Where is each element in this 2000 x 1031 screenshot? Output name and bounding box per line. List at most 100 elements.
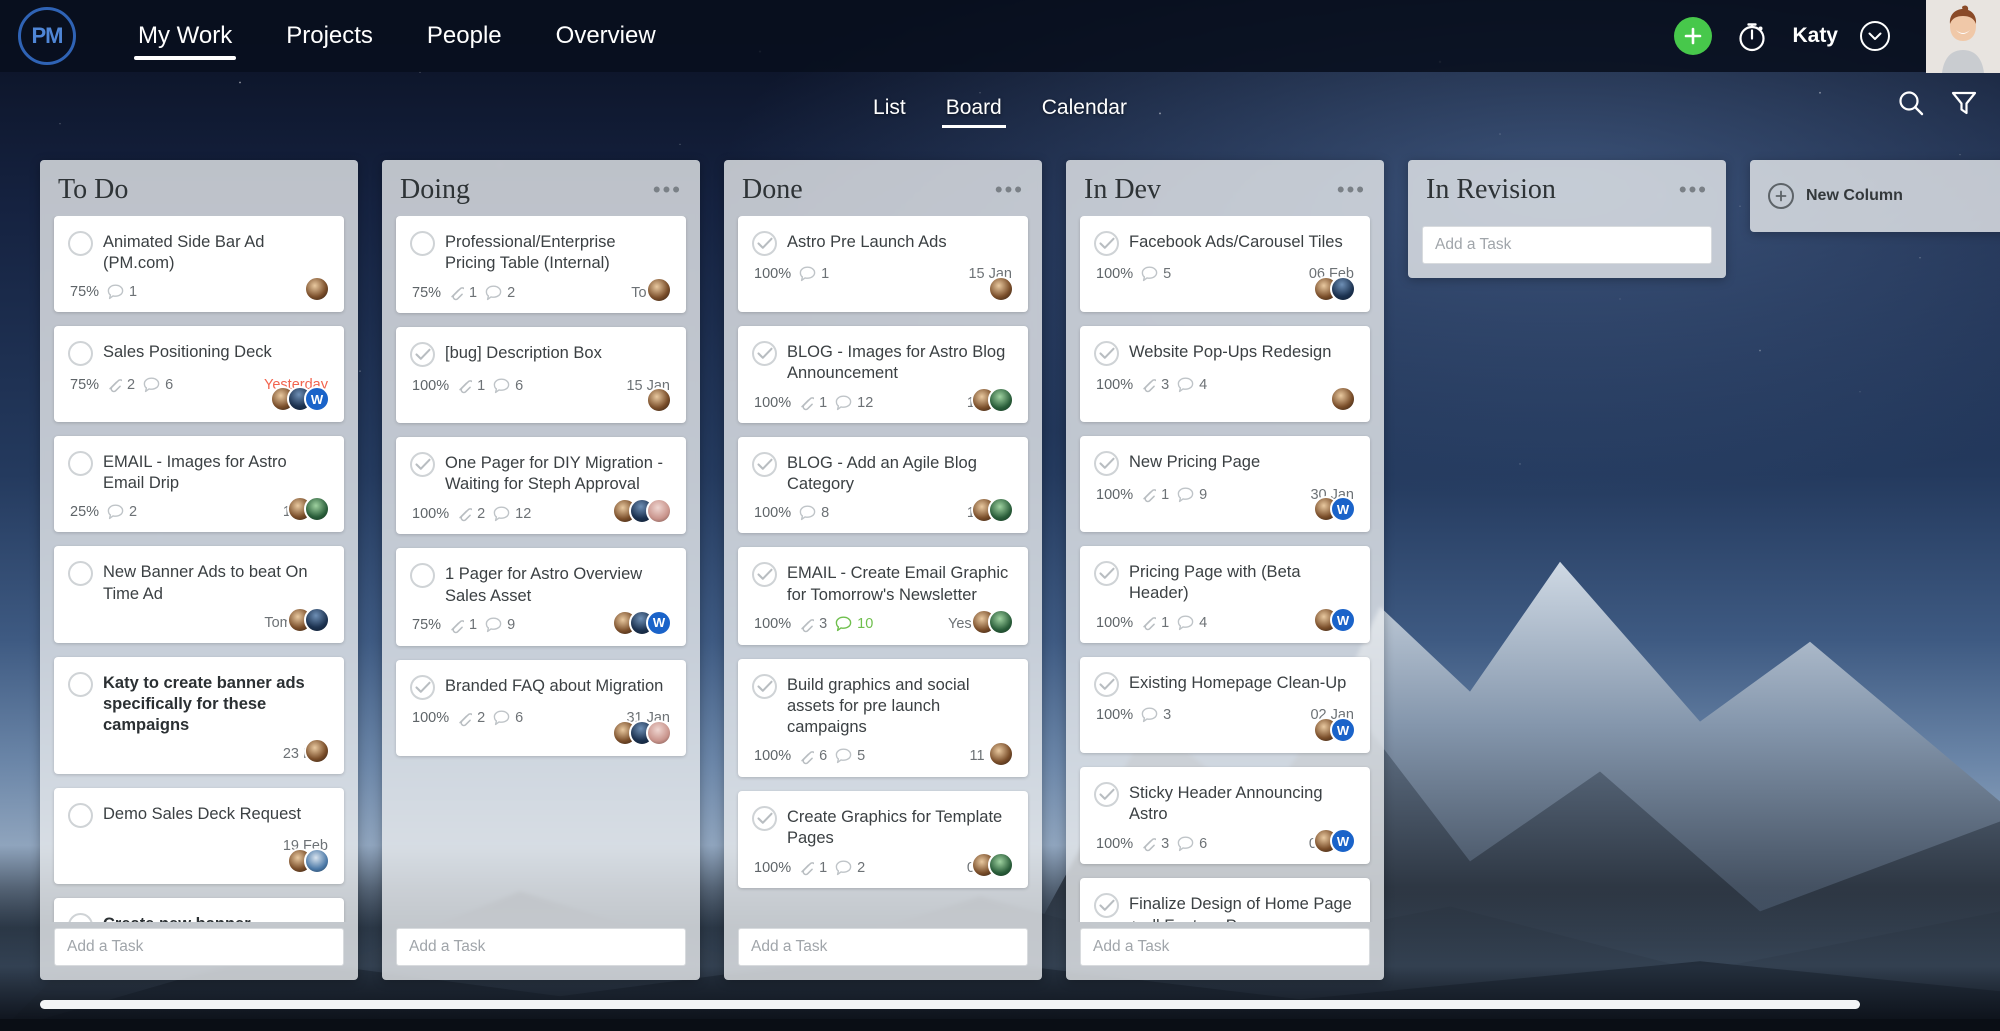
task-card[interactable]: Create new banner (remarketing size) ads… bbox=[54, 897, 344, 922]
avatar[interactable] bbox=[1330, 496, 1356, 522]
assignee-avatars[interactable] bbox=[646, 387, 672, 414]
assignee-avatars[interactable] bbox=[971, 497, 1014, 524]
tab-board[interactable]: Board bbox=[941, 96, 1006, 134]
assignee-avatars[interactable] bbox=[270, 386, 330, 413]
avatar[interactable] bbox=[1330, 717, 1356, 744]
assignee-avatars[interactable] bbox=[1313, 607, 1356, 634]
avatar[interactable] bbox=[1330, 828, 1356, 855]
task-card[interactable]: New Banner Ads to beat On Time AdTomorro… bbox=[54, 546, 344, 643]
task-card[interactable]: Build graphics and social assets for pre… bbox=[738, 658, 1028, 777]
task-card[interactable]: Astro Pre Launch Ads 100% 1 15 Jan bbox=[738, 216, 1028, 312]
task-card[interactable]: One Pager for DIY Migration - Waiting fo… bbox=[396, 437, 686, 535]
avatar[interactable] bbox=[1926, 0, 2000, 73]
nav-item-my-work[interactable]: My Work bbox=[134, 22, 237, 72]
tab-list[interactable]: List bbox=[873, 96, 906, 134]
search-icon[interactable] bbox=[1896, 88, 1926, 118]
avatar[interactable] bbox=[646, 719, 672, 746]
assignee-avatars[interactable] bbox=[1313, 496, 1356, 522]
add-task-input[interactable]: Add a Task bbox=[738, 928, 1028, 966]
task-checkbox[interactable] bbox=[68, 231, 93, 256]
task-checkbox[interactable] bbox=[410, 231, 435, 256]
task-checkbox[interactable] bbox=[1094, 561, 1119, 586]
task-checkbox[interactable] bbox=[68, 341, 93, 367]
assignee-avatars[interactable] bbox=[988, 740, 1014, 767]
task-checkbox[interactable] bbox=[1094, 782, 1119, 808]
add-task-input[interactable]: Add a Task bbox=[54, 928, 344, 966]
task-card[interactable]: New Pricing Page 100% 1 9 30 Jan bbox=[1080, 436, 1370, 532]
task-checkbox[interactable] bbox=[752, 341, 777, 366]
task-card[interactable]: Finalize Design of Home Page + all Featu… bbox=[1080, 878, 1370, 922]
assignee-avatars[interactable] bbox=[304, 737, 330, 764]
column-menu-button[interactable]: ••• bbox=[995, 179, 1024, 201]
task-checkbox[interactable] bbox=[68, 561, 93, 587]
avatar[interactable] bbox=[646, 498, 672, 525]
task-card[interactable]: Professional/Enterprise Pricing Table (I… bbox=[396, 216, 686, 314]
horizontal-scrollbar[interactable] bbox=[40, 1000, 1860, 1009]
add-task-input[interactable]: Add a Task bbox=[1080, 928, 1370, 966]
avatar[interactable] bbox=[304, 276, 330, 303]
task-checkbox[interactable] bbox=[68, 802, 93, 828]
task-checkbox[interactable] bbox=[410, 452, 435, 478]
assignee-avatars[interactable] bbox=[971, 387, 1014, 414]
assignee-avatars[interactable] bbox=[287, 606, 330, 633]
assignee-avatars[interactable] bbox=[971, 852, 1014, 879]
task-checkbox[interactable] bbox=[410, 674, 435, 700]
avatar[interactable] bbox=[304, 737, 330, 764]
assignee-avatars[interactable] bbox=[1313, 276, 1356, 302]
filter-icon[interactable] bbox=[1950, 88, 1978, 118]
task-card[interactable]: Sales Positioning Deck 75% 2 6 Yesterday bbox=[54, 326, 344, 423]
avatar[interactable] bbox=[988, 740, 1014, 767]
assignee-avatars[interactable] bbox=[646, 277, 672, 304]
task-checkbox[interactable] bbox=[752, 452, 777, 478]
task-card[interactable]: BLOG - Images for Astro Blog Announcemen… bbox=[738, 326, 1028, 424]
scrollbar-thumb[interactable] bbox=[40, 1000, 1860, 1009]
assignee-avatars[interactable] bbox=[304, 276, 330, 303]
assignee-avatars[interactable] bbox=[988, 276, 1014, 302]
assignee-avatars[interactable] bbox=[287, 496, 330, 523]
avatar[interactable] bbox=[1330, 607, 1356, 634]
avatar[interactable] bbox=[988, 387, 1014, 414]
task-checkbox[interactable] bbox=[68, 912, 93, 922]
task-checkbox[interactable] bbox=[752, 805, 777, 831]
task-card[interactable]: Facebook Ads/Carousel Tiles 100% 5 06 Feb bbox=[1080, 216, 1370, 312]
assignee-avatars[interactable] bbox=[612, 498, 672, 525]
task-checkbox[interactable] bbox=[752, 562, 777, 588]
assignee-avatars[interactable] bbox=[612, 719, 672, 746]
task-checkbox[interactable] bbox=[410, 563, 435, 589]
task-card[interactable]: Branded FAQ about Migration 100% 2 6 31 Jan bbox=[396, 659, 686, 756]
task-card[interactable]: Existing Homepage Clean-Up 100% 3 02 Jan bbox=[1080, 657, 1370, 754]
task-card[interactable]: Animated Side Bar Ad (PM.com) 75% 1 bbox=[54, 216, 344, 313]
nav-item-overview[interactable]: Overview bbox=[552, 22, 660, 72]
column-menu-button[interactable]: ••• bbox=[1337, 179, 1366, 201]
avatar[interactable] bbox=[304, 386, 330, 413]
avatar[interactable] bbox=[1330, 386, 1356, 412]
nav-item-projects[interactable]: Projects bbox=[282, 22, 377, 72]
task-card[interactable]: 1 Pager for Astro Overview Sales Asset 75… bbox=[396, 548, 686, 646]
user-menu-button[interactable] bbox=[1860, 21, 1890, 51]
task-checkbox[interactable] bbox=[1094, 231, 1119, 256]
avatar[interactable] bbox=[1330, 276, 1356, 302]
add-task-input[interactable]: Add a Task bbox=[396, 928, 686, 966]
assignee-avatars[interactable] bbox=[612, 609, 672, 636]
task-card[interactable]: [bug] Description Box 100% 1 6 15 Jan bbox=[396, 327, 686, 424]
task-card[interactable]: BLOG - Add an Agile Blog Category100%814… bbox=[738, 437, 1028, 534]
task-card[interactable]: Sticky Header Announcing Astro100%3605 F… bbox=[1080, 767, 1370, 865]
task-card[interactable]: Katy to create banner ads specifically f… bbox=[54, 656, 344, 774]
task-checkbox[interactable] bbox=[1094, 672, 1119, 698]
task-card[interactable]: Demo Sales Deck Request 19 Feb bbox=[54, 787, 344, 884]
stopwatch-icon[interactable] bbox=[1734, 18, 1770, 54]
task-card[interactable]: Pricing Page with (Beta Header) 100% 1 4 bbox=[1080, 546, 1370, 644]
avatar[interactable] bbox=[304, 606, 330, 633]
task-card[interactable]: Create Graphics for Template Pages 100% 1 2… bbox=[738, 790, 1028, 889]
assignee-avatars[interactable] bbox=[1313, 828, 1356, 855]
assignee-avatars[interactable] bbox=[1313, 717, 1356, 744]
task-checkbox[interactable] bbox=[752, 231, 777, 256]
assignee-avatars[interactable] bbox=[1330, 386, 1356, 412]
task-checkbox[interactable] bbox=[1094, 451, 1119, 476]
assignee-avatars[interactable] bbox=[287, 847, 330, 874]
avatar[interactable] bbox=[988, 497, 1014, 524]
column-menu-button[interactable]: ••• bbox=[653, 179, 682, 201]
task-checkbox[interactable] bbox=[1094, 341, 1119, 366]
avatar[interactable] bbox=[646, 277, 672, 304]
task-checkbox[interactable] bbox=[68, 671, 93, 697]
